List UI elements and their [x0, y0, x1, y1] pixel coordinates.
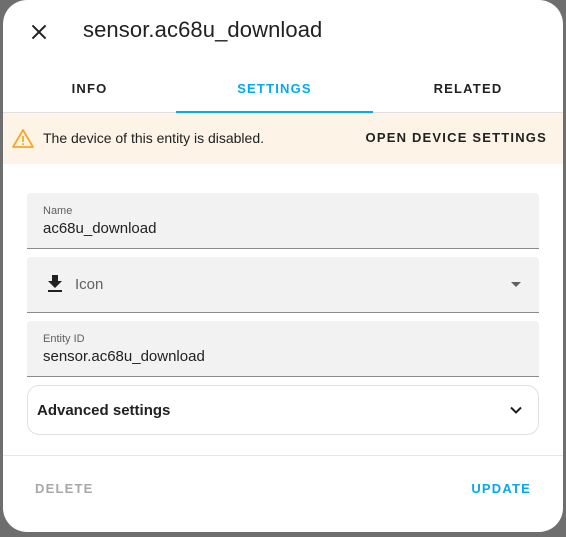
advanced-settings-label: Advanced settings	[37, 402, 171, 419]
tab-info[interactable]: Info	[3, 64, 176, 112]
delete-button[interactable]: DELETE	[35, 481, 93, 496]
tab-related[interactable]: Related	[373, 64, 563, 112]
download-icon	[48, 275, 62, 292]
tab-bar: Info Settings Related	[3, 64, 563, 113]
dialog-header: sensor.ac68u_download	[3, 0, 563, 64]
update-button[interactable]: UPDATE	[471, 481, 531, 496]
entity-settings-dialog: sensor.ac68u_download Info Settings Rela…	[3, 0, 563, 532]
footer-divider	[3, 455, 563, 456]
entity-id-field-label: Entity ID	[43, 333, 85, 345]
entity-id-field[interactable]: Entity ID sensor.ac68u_download	[27, 321, 539, 377]
close-icon	[31, 24, 47, 40]
warning-triangle-icon	[12, 129, 34, 148]
dropdown-caret-icon[interactable]	[511, 282, 521, 287]
tab-settings[interactable]: Settings	[176, 64, 373, 113]
icon-field-placeholder: Icon	[75, 276, 104, 293]
warning-text: The device of this entity is disabled.	[43, 130, 265, 146]
chevron-down-icon	[510, 406, 522, 414]
icon-picker-field[interactable]: Icon	[27, 257, 539, 313]
disabled-device-warning: The device of this entity is disabled. O…	[3, 113, 563, 164]
advanced-settings-expander[interactable]: Advanced settings	[27, 385, 539, 435]
close-button[interactable]	[25, 18, 53, 46]
open-device-settings-button[interactable]: OPEN DEVICE SETTINGS	[366, 130, 547, 145]
entity-id-field-value[interactable]: sensor.ac68u_download	[43, 348, 205, 365]
dialog-title: sensor.ac68u_download	[83, 17, 323, 42]
name-field-value[interactable]: ac68u_download	[43, 220, 156, 237]
name-field[interactable]: Name ac68u_download	[27, 193, 539, 249]
name-field-label: Name	[43, 205, 73, 217]
